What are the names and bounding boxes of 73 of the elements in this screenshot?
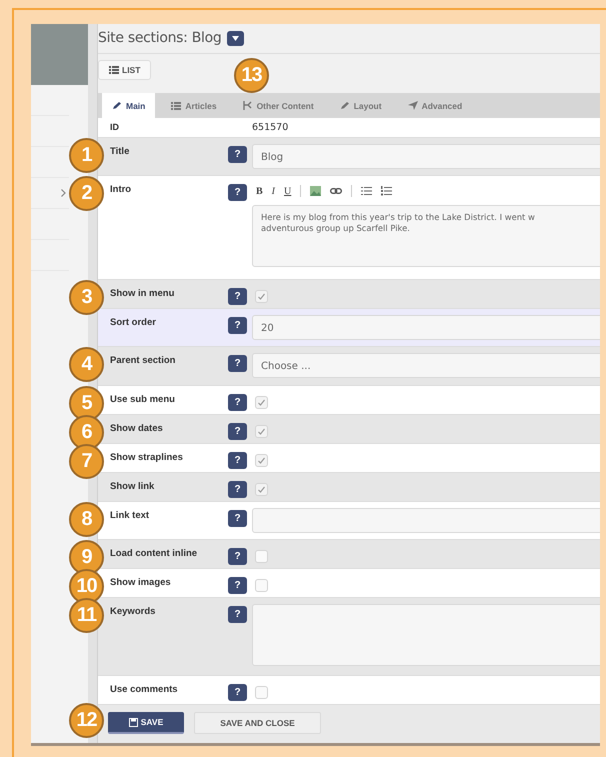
link-icon[interactable] [330, 188, 342, 194]
help-button[interactable]: ? [228, 146, 247, 163]
check-icon [256, 455, 267, 466]
pencil-icon [340, 101, 350, 110]
help-button[interactable]: ? [228, 684, 247, 701]
chevron-right-icon[interactable] [61, 189, 66, 197]
callout-badge: 13 [234, 58, 269, 93]
field-label: Sort order [110, 316, 157, 328]
help-button[interactable]: ? [228, 355, 247, 372]
checkbox[interactable] [255, 483, 268, 496]
bullet-list-icon[interactable] [361, 186, 372, 196]
list-button[interactable]: LIST [98, 60, 152, 80]
help-button[interactable]: ? [228, 184, 247, 201]
text-field[interactable]: 20 [252, 315, 600, 340]
select-field[interactable]: Choose ... [252, 353, 600, 378]
field-label: Show link [110, 480, 156, 492]
list-icon [109, 66, 119, 74]
field-label: Show dates [110, 422, 164, 434]
field-label: ID [110, 122, 120, 133]
check-icon [256, 291, 267, 302]
field-label: Show in menu [110, 287, 176, 299]
text-area[interactable] [252, 604, 600, 666]
checkbox[interactable] [255, 686, 268, 699]
help-button[interactable]: ? [228, 481, 247, 498]
check-icon [256, 426, 267, 437]
help-button[interactable]: ? [228, 510, 247, 527]
rich-text-editor[interactable]: Here is my blog from this year's trip to the Lake District. I went w adventurous group up Scarfell Pike. [252, 205, 600, 267]
field-label: Use comments [110, 683, 179, 695]
checkbox[interactable] [255, 550, 268, 563]
help-button[interactable]: ? [228, 548, 247, 565]
id-value: 651570 [252, 122, 290, 133]
pencil-icon [112, 101, 122, 110]
help-button[interactable]: ? [228, 394, 247, 411]
checkbox[interactable] [255, 425, 268, 438]
tab[interactable]: Main [102, 93, 156, 118]
caret-icon [232, 36, 240, 40]
help-button[interactable]: ? [228, 288, 247, 305]
check-icon [256, 397, 267, 408]
field-label: Load content inline [110, 547, 198, 559]
save-and-close-button[interactable]: SAVE AND CLOSE [194, 712, 321, 734]
save-button[interactable]: SAVE [108, 712, 184, 734]
format-button[interactable]: I [272, 186, 276, 196]
text-field[interactable] [252, 508, 600, 533]
field-label: Show straplines [110, 451, 184, 463]
help-button[interactable]: ? [228, 317, 247, 334]
field-label: Intro [110, 183, 132, 195]
page-title: Site sections: Blog [98, 30, 222, 46]
field-label: Use sub menu [110, 393, 176, 405]
list-icon [171, 102, 182, 110]
format-button[interactable]: U [284, 186, 292, 196]
field-label: Link text [110, 509, 150, 521]
checkbox[interactable] [255, 290, 268, 303]
field-label: Parent section [110, 354, 176, 366]
help-button[interactable]: ? [228, 452, 247, 469]
image-icon[interactable] [310, 186, 322, 196]
field-label: Show images [110, 576, 172, 588]
checkbox[interactable] [255, 579, 268, 592]
text-field[interactable]: Blog [252, 144, 600, 169]
field-label: Title [110, 145, 130, 157]
numbered-list-icon[interactable] [381, 186, 392, 196]
help-button[interactable]: ? [228, 606, 247, 623]
help-button[interactable]: ? [228, 423, 247, 440]
send-icon [408, 101, 418, 110]
help-button[interactable]: ? [228, 577, 247, 594]
dropdown-button[interactable] [227, 30, 244, 46]
branch-icon [242, 101, 253, 110]
check-icon [256, 484, 267, 495]
sidebar-header [31, 24, 88, 85]
checkbox[interactable] [255, 454, 268, 467]
field-label: Keywords [110, 605, 156, 617]
format-button[interactable]: B [256, 186, 263, 196]
floppy-icon [128, 718, 138, 726]
checkbox[interactable] [255, 396, 268, 409]
